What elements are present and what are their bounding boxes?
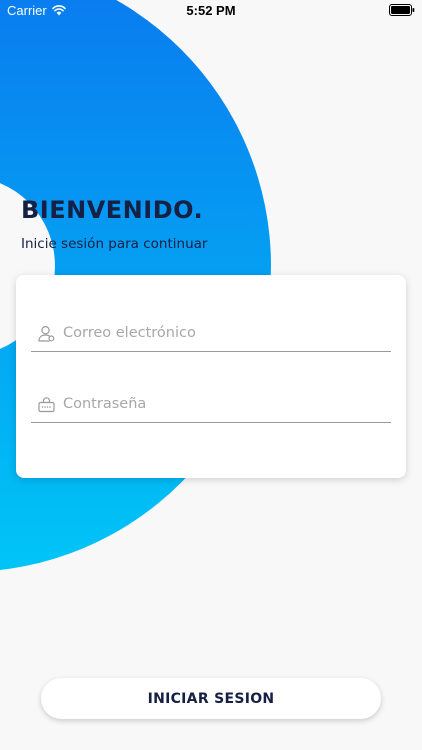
login-form-card	[16, 275, 406, 478]
status-time: 5:52 PM	[186, 3, 236, 18]
user-icon	[38, 325, 55, 342]
password-input[interactable]	[63, 391, 383, 417]
battery-icon	[389, 4, 415, 16]
email-field-row	[31, 311, 391, 352]
status-bar: Carrier 5:52 PM	[0, 0, 422, 22]
welcome-subtitle: Inicie sesión para continuar	[21, 236, 208, 252]
welcome-title: BIENVENIDO.	[21, 196, 204, 224]
keyboard-icon	[38, 397, 55, 413]
password-field-row	[31, 382, 391, 423]
email-input[interactable]	[63, 320, 383, 346]
login-button[interactable]: INICIAR SESION	[41, 678, 381, 719]
